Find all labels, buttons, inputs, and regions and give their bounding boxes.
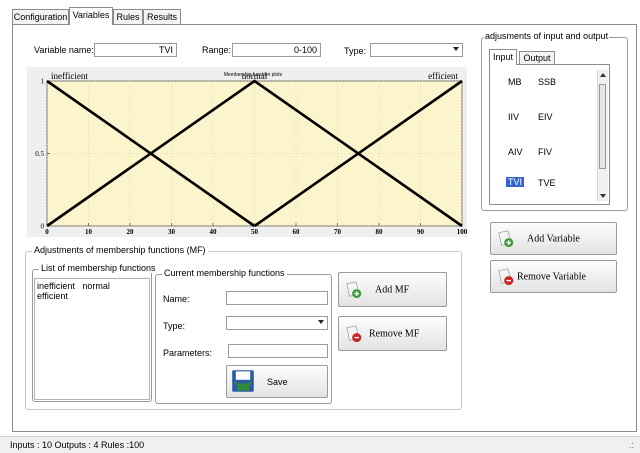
list-item-selected[interactable]: TVI: [506, 177, 525, 187]
variable-name-input[interactable]: TVI: [94, 43, 177, 57]
mf-name-label: Name:: [163, 294, 190, 304]
x-tick-label: 90: [417, 228, 425, 236]
y-tick-label: 0: [41, 223, 45, 231]
save-button-label: Save: [267, 376, 288, 387]
vertical-scrollbar[interactable]: [597, 70, 608, 201]
mf-list-title: List of membership functions: [39, 263, 158, 273]
y-tick-label: 1: [41, 78, 45, 86]
mf-label-normal: normal: [242, 71, 268, 81]
remove-icon: [498, 268, 514, 286]
resize-grip-icon[interactable]: .:: [629, 437, 634, 453]
add-icon: [498, 230, 514, 248]
x-tick-label: 60: [293, 228, 301, 236]
mf-listbox[interactable]: inefficient normal efficient: [34, 278, 150, 400]
remove-variable-button[interactable]: Remove Variable: [490, 260, 617, 293]
type-label: Type:: [344, 46, 367, 56]
membership-function-plot: Membership function plots inefficient nor…: [27, 67, 467, 237]
tab-configuration[interactable]: Configuration: [12, 9, 69, 24]
floppy-disk-icon: [232, 370, 254, 392]
add-mf-button[interactable]: Add MF: [338, 272, 447, 307]
scroll-up-arrow-icon[interactable]: [600, 73, 606, 77]
mf-adjustments-title: Adjustments of membership functions (MF): [32, 245, 208, 255]
range-input[interactable]: 0-100: [232, 43, 321, 57]
mf-name-input[interactable]: [226, 291, 328, 305]
variable-name-label: Variable name:: [34, 45, 94, 55]
remove-icon: [346, 325, 362, 343]
status-bar: Inputs : 10 Outputs : 4 Rules :100 .:: [0, 436, 640, 453]
remove-mf-button[interactable]: Remove MF: [338, 316, 447, 351]
list-item[interactable]: FIV: [538, 147, 552, 157]
list-item[interactable]: efficient: [37, 291, 68, 301]
remove-variable-label: Remove Variable: [517, 271, 586, 282]
x-tick-label: 70: [334, 228, 342, 236]
mf-type-select[interactable]: [226, 316, 328, 330]
scroll-down-arrow-icon[interactable]: [600, 194, 606, 198]
list-item[interactable]: inefficient: [37, 281, 75, 291]
x-tick-label: 80: [376, 228, 384, 236]
mf-label-efficient: efficient: [428, 71, 458, 81]
tab-output[interactable]: Output: [519, 51, 555, 64]
current-mf-title: Current membership functions: [162, 268, 287, 278]
list-item[interactable]: AIV: [508, 147, 523, 157]
x-tick-label: 20: [127, 228, 135, 236]
status-text: Inputs : 10 Outputs : 4 Rules :100: [10, 440, 145, 450]
tab-results[interactable]: Results: [143, 9, 181, 24]
scroll-thumb[interactable]: [599, 84, 606, 169]
remove-mf-label: Remove MF: [369, 328, 420, 339]
list-item[interactable]: IIV: [508, 112, 519, 122]
mf-label-inefficient: inefficient: [51, 71, 88, 81]
variable-type-select[interactable]: [370, 43, 463, 57]
chevron-down-icon: [453, 47, 459, 51]
mf-parameters-label: Parameters:: [163, 348, 213, 358]
list-item[interactable]: TVE: [538, 178, 556, 188]
tab-rules[interactable]: Rules: [113, 9, 143, 24]
tab-input[interactable]: Input: [489, 49, 517, 65]
mf-parameters-input[interactable]: [228, 344, 328, 358]
x-tick-label: 40: [210, 228, 218, 236]
mf-type-label: Type:: [163, 321, 186, 331]
add-mf-label: Add MF: [375, 284, 410, 295]
x-tick-label: 0: [45, 228, 49, 236]
tab-variables[interactable]: Variables: [69, 7, 113, 25]
x-tick-label: 100: [457, 228, 467, 236]
chevron-down-icon: [318, 320, 324, 324]
list-item[interactable]: SSB: [538, 77, 556, 87]
add-icon: [346, 281, 362, 299]
list-item[interactable]: normal: [82, 281, 110, 291]
range-label: Range:: [202, 45, 232, 55]
list-item[interactable]: EIV: [538, 112, 553, 122]
add-variable-button[interactable]: Add Variable: [490, 222, 617, 255]
add-variable-label: Add Variable: [527, 233, 580, 244]
io-variable-list[interactable]: MB SSB IIV EIV AIV FIV TVI TVE: [489, 64, 610, 205]
y-tick-label: 0.5: [35, 150, 44, 158]
x-tick-label: 10: [85, 228, 93, 236]
list-item[interactable]: MB: [508, 77, 522, 87]
save-button[interactable]: Save: [226, 365, 328, 398]
x-tick-label: 50: [251, 228, 259, 236]
io-adjustments-title: adjusments of input and output: [484, 31, 610, 41]
x-tick-label: 30: [168, 228, 176, 236]
